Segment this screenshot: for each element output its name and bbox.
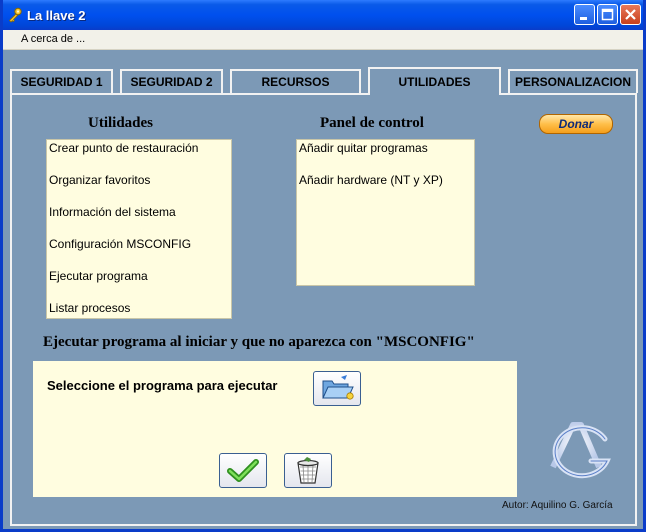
close-icon xyxy=(625,9,636,20)
title-bar[interactable]: La llave 2 xyxy=(3,0,643,30)
minimize-icon xyxy=(580,17,587,20)
app-window: La llave 2 A cerca de ... SEGURIDAD 1 SE… xyxy=(0,0,646,532)
window-title: La llave 2 xyxy=(27,8,86,23)
startup-heading: Ejecutar programa al iniciar y que no ap… xyxy=(43,334,475,350)
tab-personalizacion[interactable]: PERSONALIZACION xyxy=(508,69,638,93)
list-item[interactable]: Añadir hardware (NT y XP) xyxy=(299,173,443,187)
delete-button[interactable] xyxy=(284,453,332,488)
browse-program-button[interactable] xyxy=(313,371,361,406)
ag-logo xyxy=(550,422,611,479)
list-item[interactable]: Crear punto de restauración xyxy=(49,141,198,155)
donate-button[interactable]: Donar xyxy=(539,114,613,134)
main-content: SEGURIDAD 1 SEGURIDAD 2 RECURSOS UTILIDA… xyxy=(3,50,643,529)
list-item[interactable]: Configuración MSCONFIG xyxy=(49,237,191,251)
menu-bar: A cerca de ... xyxy=(3,30,643,50)
accept-button[interactable] xyxy=(219,453,267,488)
list-item[interactable]: Información del sistema xyxy=(49,205,176,219)
startup-panel: Seleccione el programa para ejecutar xyxy=(33,361,517,497)
list-item[interactable]: Organizar favoritos xyxy=(49,173,150,187)
panel-control-heading: Panel de control xyxy=(320,115,424,131)
green-check-icon xyxy=(227,459,259,482)
list-item[interactable]: Añadir quitar programas xyxy=(299,141,428,155)
recycle-bin-icon xyxy=(297,457,319,484)
key-icon xyxy=(8,7,22,23)
list-item[interactable]: Ejecutar programa xyxy=(49,269,148,283)
list-item[interactable]: Listar procesos xyxy=(49,301,130,315)
minimize-button[interactable] xyxy=(574,4,595,25)
tab-seguridad-2[interactable]: SEGURIDAD 2 xyxy=(120,69,223,93)
maximize-icon xyxy=(601,8,614,21)
author-label: Autor: Aquilino G. García xyxy=(502,500,613,511)
tab-recursos[interactable]: RECURSOS xyxy=(230,69,361,93)
utilidades-heading: Utilidades xyxy=(88,115,154,131)
select-program-label: Seleccione el programa para ejecutar xyxy=(47,378,278,393)
tab-seguridad-1[interactable]: SEGURIDAD 1 xyxy=(10,69,113,93)
panel-control-list: Añadir quitar programas Añadir hardware … xyxy=(296,139,475,286)
open-folder-icon xyxy=(322,375,354,400)
utilidades-list: Crear punto de restauración Organizar fa… xyxy=(46,139,232,319)
menu-item-about[interactable]: A cerca de ... xyxy=(17,33,89,45)
maximize-button[interactable] xyxy=(597,4,618,25)
tab-utilidades[interactable]: UTILIDADES xyxy=(368,67,501,95)
close-button[interactable] xyxy=(620,4,641,25)
